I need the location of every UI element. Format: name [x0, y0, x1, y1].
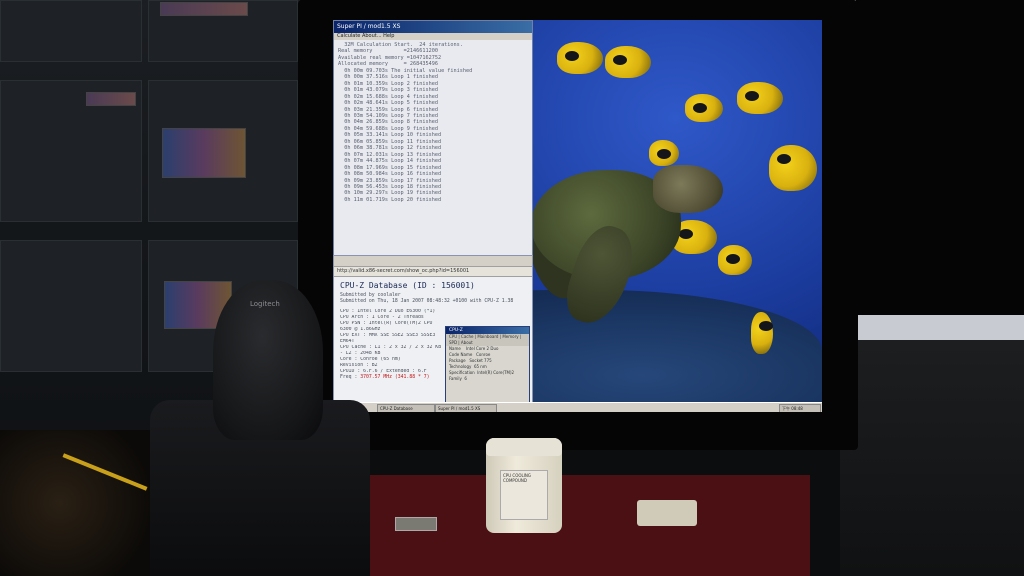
- cpuz-titlebar[interactable]: CPU-Z: [446, 327, 529, 334]
- storage-box: [0, 0, 142, 62]
- cpuz-window[interactable]: CPU-Z CPU | Cache | Mainboard | Memory |…: [445, 326, 530, 406]
- box-sticker: [162, 128, 246, 178]
- desk-right: [840, 340, 1024, 576]
- yellow-fish: [605, 46, 651, 78]
- yellow-fish: [769, 145, 817, 191]
- yellow-fish: [737, 82, 783, 114]
- power-adapter: [637, 500, 697, 526]
- superpi-titlebar[interactable]: Super PI / mod1.5 XS: [334, 21, 532, 33]
- second-monitor-screen: [856, 0, 1024, 315]
- yellow-fish: [557, 42, 603, 74]
- jar-lid: [486, 438, 562, 456]
- taskbar: CPU-Z Database Super PI / mod1.5 XS 下午 0…: [333, 402, 822, 412]
- box-sticker: [86, 92, 136, 106]
- taskbar-item[interactable]: CPU-Z Database: [377, 404, 435, 412]
- cpuz-tabs[interactable]: CPU | Cache | Mainboard | Memory | SPD |…: [446, 334, 529, 346]
- text-line: Family 6: [449, 376, 467, 381]
- yellow-fish: [685, 94, 723, 122]
- yellow-fish: [649, 140, 679, 166]
- storage-box: [0, 240, 142, 372]
- browser-address-bar[interactable]: http://valid.x86-secret.com/show_oc.php?…: [334, 267, 532, 277]
- jar-label: CPU COOLING COMPOUND: [500, 470, 548, 520]
- page-heading: CPU-Z Database (ID : 156001): [340, 281, 475, 290]
- box-sticker: [160, 2, 248, 16]
- monitor-screen: Super PI / mod1.5 XS Calculate About... …: [333, 20, 822, 412]
- yellow-fish: [718, 245, 752, 275]
- chair-brand: Logitech: [250, 300, 280, 308]
- superpi-window[interactable]: Super PI / mod1.5 XS Calculate About... …: [333, 20, 533, 257]
- spec-list: CPU : Intel Core 2 Duo E6300 (*1) CPU Arc…: [340, 309, 444, 375]
- motherboard: [0, 430, 150, 576]
- submitted-on: Submitted on Thu, 18 Jan 2007 08:48:32 +…: [340, 299, 514, 304]
- taskbar-item[interactable]: Super PI / mod1.5 XS: [435, 404, 497, 412]
- freq-value: 3707.57 MHz (341.88 * 7): [360, 375, 430, 380]
- text-line: 0h 11m 01.719s Loop 20 finished: [338, 196, 442, 203]
- text-line: CPU EXT : MMX SSE SSE2 SSE3 SSSE3: [340, 333, 436, 338]
- cpuz-fields: Name Intel Core 2 Duo Code Name Conroe Pac…: [446, 346, 529, 382]
- superpi-menubar[interactable]: Calculate About... Help: [334, 33, 532, 40]
- superpi-log: 32M Calculation Start. 24 iterations. Rea…: [334, 40, 532, 205]
- turtle-head: [653, 165, 723, 213]
- freq-line: Freq : 3707.57 MHz (341.88 * 7): [340, 375, 444, 381]
- cpu-chip: [395, 517, 437, 531]
- yellow-fish: [751, 312, 773, 354]
- browser-toolbar[interactable]: [334, 256, 532, 267]
- freq-label: Freq :: [340, 375, 361, 380]
- taskbar-clock: 下午 08:48: [779, 404, 821, 412]
